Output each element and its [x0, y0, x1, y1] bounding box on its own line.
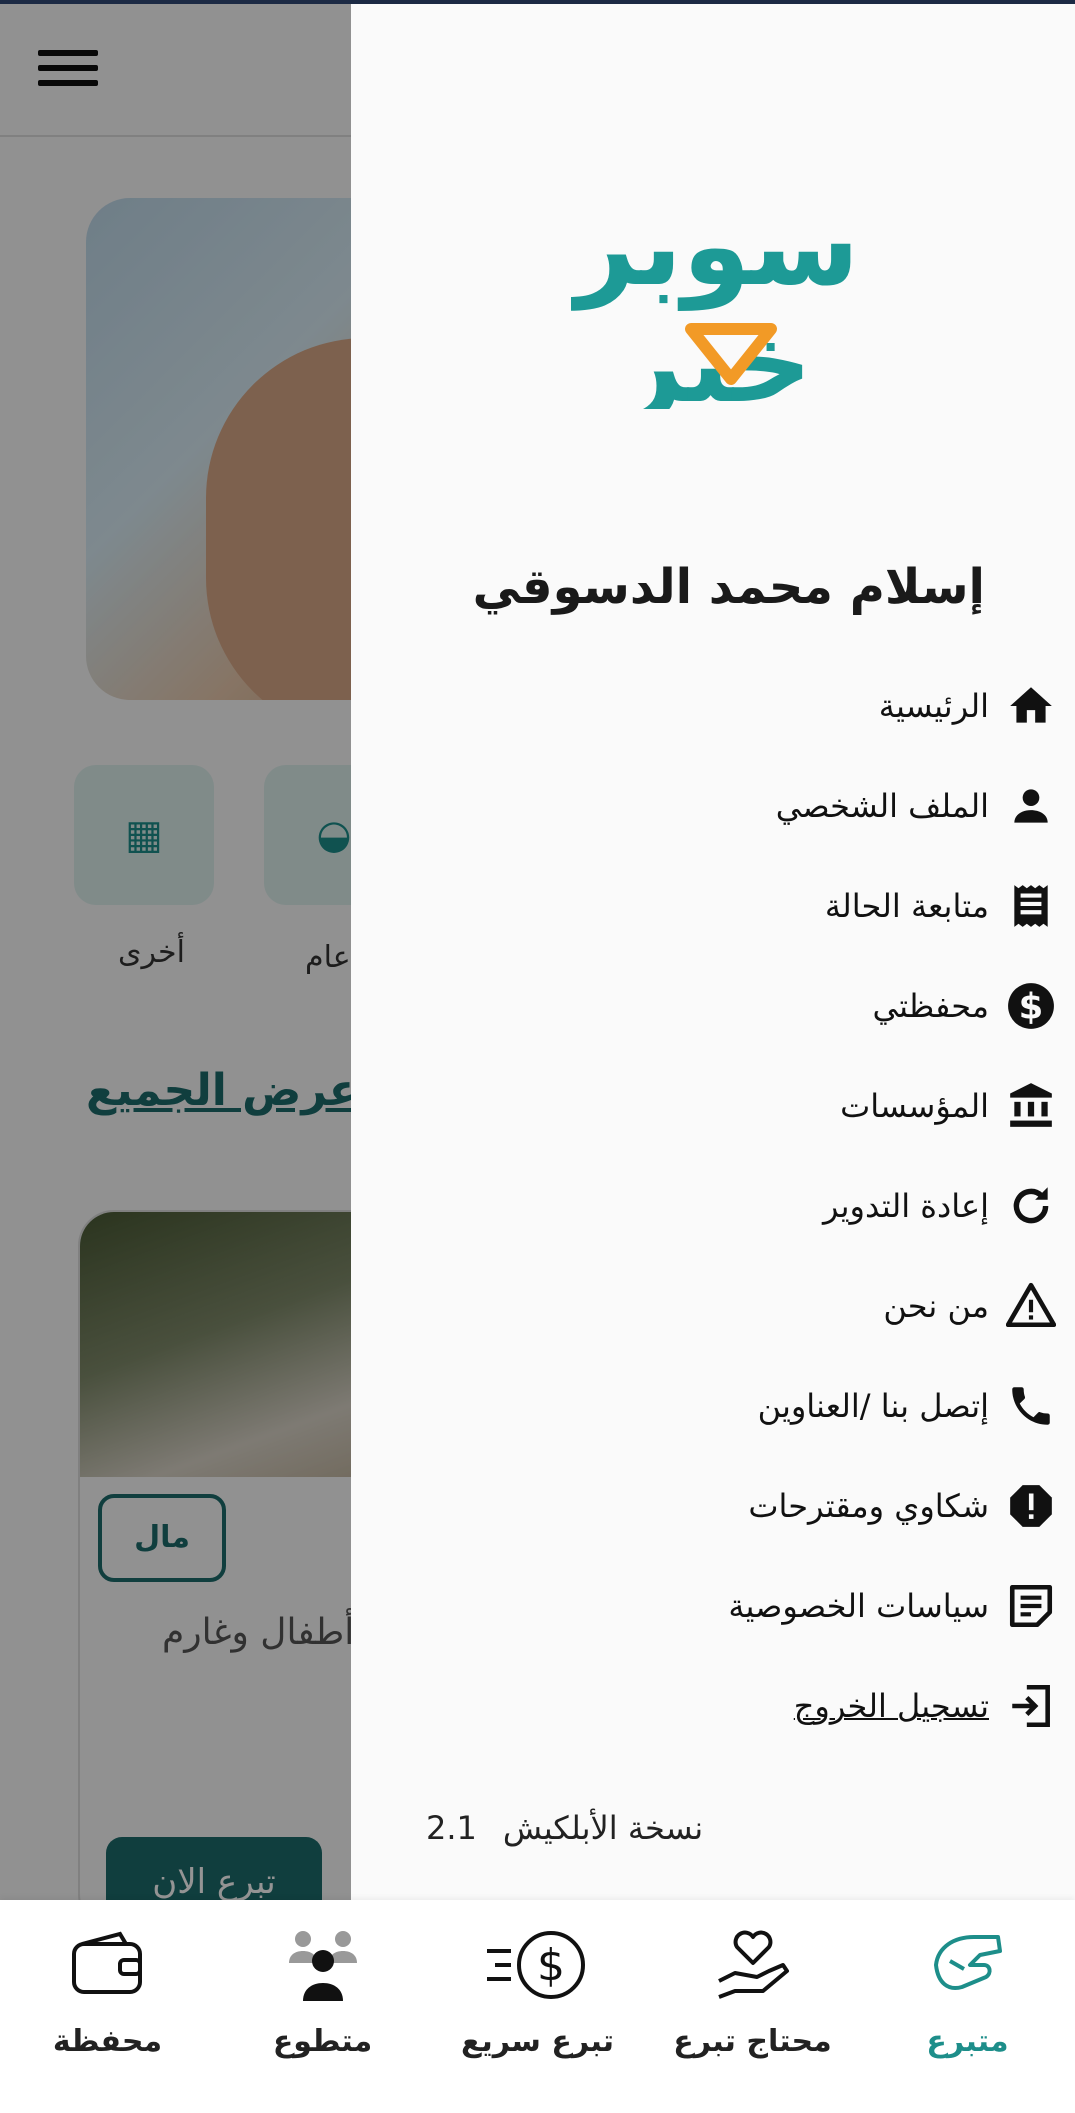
logout-icon — [1003, 1678, 1059, 1734]
menu-item-label: من نحن — [883, 1287, 989, 1325]
menu-item-label: الرئيسية — [878, 687, 989, 725]
refresh-icon — [1003, 1178, 1059, 1234]
menu-item-label: إعادة التدوير — [822, 1187, 989, 1225]
menu-item-about[interactable]: من نحن — [351, 1266, 1075, 1346]
person-icon — [1003, 778, 1059, 834]
nav-label: تبرع سريع — [460, 2024, 615, 2059]
phone-icon — [1003, 1378, 1059, 1434]
svg-text:$: $ — [1019, 987, 1044, 1028]
version-number: 2.1 — [426, 1809, 477, 1847]
nav-label: محتاج تبرع — [673, 2024, 832, 2059]
menu-item-wallet[interactable]: $ محفظتي — [351, 966, 1075, 1046]
nav-donor[interactable]: متبرع — [860, 1920, 1075, 2100]
svg-text:$: $ — [537, 1940, 565, 1991]
volunteers-icon — [268, 1920, 378, 2010]
drawer-scrim[interactable] — [0, 0, 351, 1900]
menu-item-profile[interactable]: الملف الشخصي — [351, 766, 1075, 846]
nav-wallet[interactable]: محفظة — [0, 1920, 215, 2100]
giving-hand-icon — [913, 1920, 1023, 2010]
svg-text:سوبر: سوبر — [571, 182, 859, 311]
menu-item-label: المؤسسات — [840, 1087, 989, 1125]
menu-item-case-tracking[interactable]: متابعة الحالة — [351, 866, 1075, 946]
nav-label: محفظة — [52, 2024, 163, 2059]
bottom-navigation: محفظة متطوع $ تبرع سريع محتاج تبرع متبرع — [0, 1900, 1075, 2113]
receipt-icon — [1003, 878, 1059, 934]
home-icon — [1003, 678, 1059, 734]
menu-item-label: إتصل بنا /العناوين — [757, 1387, 989, 1425]
super-khair-logo: سوبر خير — [571, 182, 859, 409]
menu-item-label: محفظتي — [872, 987, 989, 1025]
menu-item-institutions[interactable]: المؤسسات — [351, 1066, 1075, 1146]
menu-item-label: تسجيل الخروج — [793, 1687, 989, 1725]
heart-hand-icon — [698, 1920, 808, 2010]
nav-label: متبرع — [926, 2024, 1009, 2059]
nav-needs-donation[interactable]: محتاج تبرع — [645, 1920, 860, 2100]
menu-item-label: سياسات الخصوصية — [728, 1587, 989, 1625]
user-name: إسلام محمد الدسوقي — [472, 559, 985, 615]
app-version: 2.1 نسخة الأبلكيش — [426, 1809, 703, 1847]
menu-item-logout[interactable]: تسجيل الخروج — [351, 1666, 1075, 1746]
nav-quick-donate[interactable]: $ تبرع سريع — [430, 1920, 645, 2100]
dollar-icon: $ — [1003, 978, 1059, 1034]
alert-octagon-icon — [1003, 1478, 1059, 1534]
nav-volunteer[interactable]: متطوع — [215, 1920, 430, 2100]
menu-item-contact[interactable]: إتصل بنا /العناوين — [351, 1366, 1075, 1446]
menu-item-recycling[interactable]: إعادة التدوير — [351, 1166, 1075, 1246]
menu-item-label: الملف الشخصي — [775, 787, 989, 825]
menu-item-label: متابعة الحالة — [824, 887, 989, 925]
menu-item-home[interactable]: الرئيسية — [351, 666, 1075, 746]
menu-item-privacy[interactable]: سياسات الخصوصية — [351, 1566, 1075, 1646]
navigation-drawer: سوبر خير إسلام محمد الدسوقي الرئيسية الم… — [351, 4, 1075, 1900]
warning-icon — [1003, 1278, 1059, 1334]
menu-item-label: شكاوي ومقترحات — [748, 1487, 989, 1525]
note-icon — [1003, 1578, 1059, 1634]
wallet-icon — [53, 1920, 163, 2010]
menu-item-complaints[interactable]: شكاوي ومقترحات — [351, 1466, 1075, 1546]
version-label: نسخة الأبلكيش — [502, 1809, 704, 1847]
fast-dollar-icon: $ — [483, 1920, 593, 2010]
nav-label: متطوع — [272, 2024, 373, 2059]
bank-icon — [1003, 1078, 1059, 1134]
